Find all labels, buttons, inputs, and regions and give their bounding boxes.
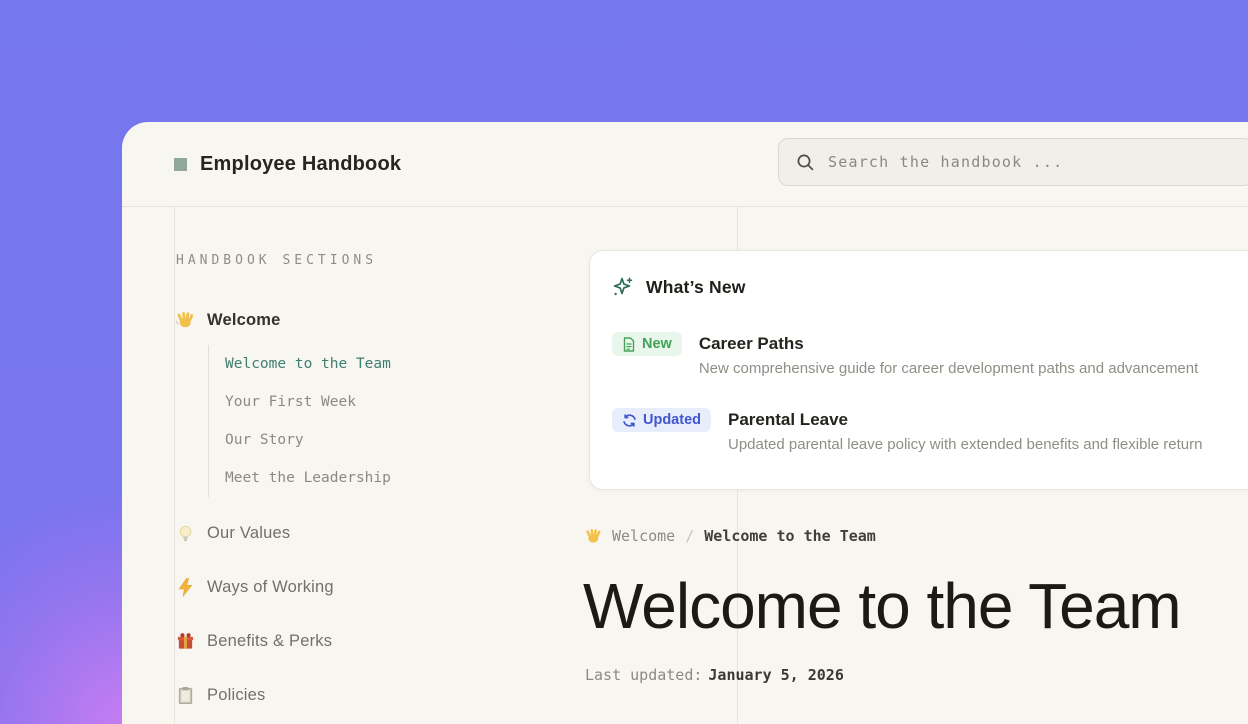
logo-icon — [174, 158, 187, 171]
app-header: Employee Handbook — [122, 122, 1248, 207]
sidebar-item-our-values[interactable]: Our Values — [176, 522, 576, 544]
clipboard-icon — [176, 686, 195, 705]
sidebar-heading: HANDBOOK SECTIONS — [176, 253, 576, 268]
whats-new-item-body: Parental Leave Updated parental leave po… — [728, 408, 1202, 453]
app-window: Employee Handbook HANDBOOK SECTIONS Welc… — [122, 122, 1248, 724]
whats-new-item-title: Parental Leave — [728, 408, 1202, 432]
whats-new-item-body: Career Paths New comprehensive guide for… — [699, 332, 1198, 377]
app-title: Employee Handbook — [200, 153, 401, 176]
last-updated-value: January 5, 2026 — [708, 666, 843, 684]
sidebar-sublist-welcome: Welcome to the Team Your First Week Our … — [208, 345, 576, 497]
page-title: Welcome to the Team — [583, 569, 1181, 643]
search-icon — [796, 153, 815, 172]
page-body: HANDBOOK SECTIONS Welcome Welcome to the… — [122, 207, 1248, 724]
brand: Employee Handbook — [174, 122, 401, 207]
wave-hand-icon — [585, 528, 602, 545]
sparkle-icon — [612, 276, 634, 298]
sidebar-item-label: Policies — [207, 686, 265, 705]
gift-icon — [176, 632, 195, 651]
sidebar-item-label: Benefits & Perks — [207, 632, 332, 651]
whats-new-header: What’s New — [612, 276, 1248, 298]
sidebar-item-policies[interactable]: Policies — [176, 684, 576, 706]
sidebar-item-label: Ways of Working — [207, 578, 334, 597]
sidebar-item-benefits-perks[interactable]: Benefits & Perks — [176, 630, 576, 652]
lightning-bolt-icon — [176, 578, 195, 597]
wave-hand-icon — [176, 311, 195, 330]
whats-new-item-description: New comprehensive guide for career devel… — [699, 360, 1198, 377]
whats-new-item-description: Updated parental leave policy with exten… — [728, 436, 1202, 453]
vertical-divider-left — [174, 207, 175, 724]
sidebar-item-label: Welcome — [207, 311, 281, 330]
document-icon — [622, 337, 636, 352]
status-badge-updated: Updated — [612, 408, 711, 432]
refresh-icon — [622, 413, 637, 428]
whats-new-item[interactable]: Updated Parental Leave Updated parental … — [612, 408, 1248, 453]
sidebar-subitem-your-first-week[interactable]: Your First Week — [225, 383, 576, 421]
status-badge-new: New — [612, 332, 682, 356]
whats-new-card: What’s New New Career Paths New comprehe… — [589, 250, 1248, 490]
last-updated-label: Last updated: — [585, 666, 702, 684]
sidebar-subitem-welcome-to-the-team[interactable]: Welcome to the Team — [225, 345, 576, 383]
whats-new-title: What’s New — [646, 277, 746, 298]
breadcrumb-separator: / — [685, 527, 694, 545]
status-badge-label: Updated — [643, 412, 701, 428]
sidebar-subitem-our-story[interactable]: Our Story — [225, 421, 576, 459]
whats-new-item[interactable]: New Career Paths New comprehensive guide… — [612, 332, 1248, 377]
light-bulb-icon — [176, 524, 195, 543]
breadcrumb-current-page: Welcome to the Team — [704, 527, 876, 545]
sidebar-item-ways-of-working[interactable]: Ways of Working — [176, 576, 576, 598]
breadcrumb-section[interactable]: Welcome — [612, 527, 675, 545]
search-box[interactable] — [778, 138, 1248, 186]
breadcrumb: Welcome / Welcome to the Team — [585, 527, 876, 545]
sidebar-item-welcome[interactable]: Welcome — [176, 309, 576, 331]
last-updated: Last updated: January 5, 2026 — [585, 666, 844, 684]
sidebar: HANDBOOK SECTIONS Welcome Welcome to the… — [176, 207, 576, 706]
search-input[interactable] — [828, 153, 1248, 171]
main-content: What’s New New Career Paths New comprehe… — [585, 207, 1248, 724]
sidebar-item-label: Our Values — [207, 524, 290, 543]
status-badge-label: New — [642, 336, 672, 352]
sidebar-subitem-meet-the-leadership[interactable]: Meet the Leadership — [225, 459, 576, 497]
whats-new-item-title: Career Paths — [699, 332, 1198, 356]
